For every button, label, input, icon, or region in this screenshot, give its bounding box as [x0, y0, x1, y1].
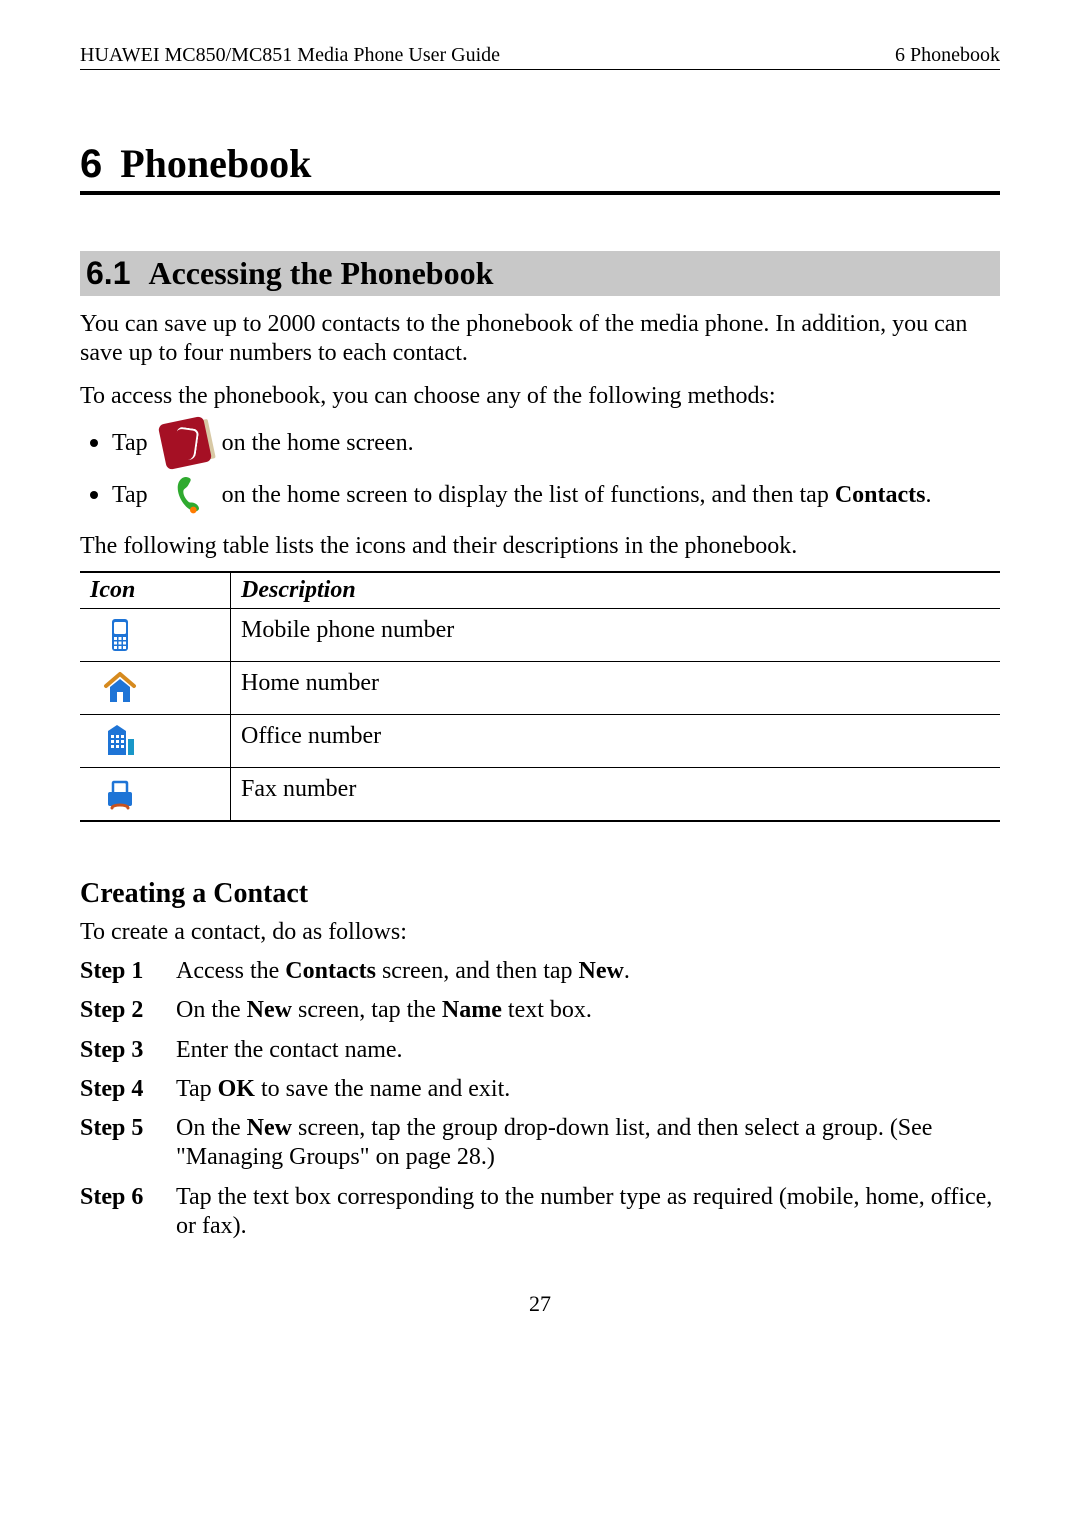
phonebook-app-icon: [162, 420, 208, 466]
step-text: Access the Contacts screen, and then tap…: [176, 957, 630, 986]
method-2: Tap on the home screen to display the li…: [80, 472, 1000, 518]
table-row: Mobile phone number: [80, 609, 1000, 662]
fax-icon: [102, 776, 138, 812]
subsection-heading: Creating a Contact: [80, 878, 1000, 910]
intro-paragraph-1: You can save up to 2000 contacts to the …: [80, 310, 1000, 368]
step-text: On the New screen, tap the group drop-do…: [176, 1114, 1000, 1173]
table-cell-desc: Mobile phone number: [230, 609, 1000, 661]
header-left: HUAWEI MC850/MC851 Media Phone User Guid…: [80, 44, 500, 67]
intro-paragraph-2: To access the phonebook, you can choose …: [80, 382, 1000, 411]
table-header-icon: Icon: [80, 573, 230, 608]
step-label: Step 2: [80, 996, 160, 1025]
step-row: Step 3 Enter the contact name.: [80, 1036, 1000, 1065]
table-row: Fax number: [80, 768, 1000, 820]
step-label: Step 4: [80, 1075, 160, 1104]
method-1: Tap on the home screen.: [80, 420, 1000, 466]
step-row: Step 4 Tap OK to save the name and exit.: [80, 1075, 1000, 1104]
step-label: Step 1: [80, 957, 160, 986]
table-intro: The following table lists the icons and …: [80, 532, 1000, 561]
steps-intro: To create a contact, do as follows:: [80, 918, 1000, 947]
method-1-post: on the home screen.: [222, 430, 414, 457]
step-row: Step 1 Access the Contacts screen, and th…: [80, 957, 1000, 986]
table-cell-desc: Office number: [230, 715, 1000, 767]
table-row: Home number: [80, 662, 1000, 715]
header-right: 6 Phonebook: [895, 44, 1000, 67]
bullet-icon: [90, 491, 98, 499]
access-methods-list: Tap on the home screen. Tap on the ho: [80, 420, 1000, 518]
step-label: Step 5: [80, 1114, 160, 1173]
table-cell-desc: Home number: [230, 662, 1000, 714]
icon-description-table: Icon Description Mobile phone number: [80, 571, 1000, 822]
step-text: Tap the text box corresponding to the nu…: [176, 1183, 1000, 1242]
table-header-row: Icon Description: [80, 573, 1000, 609]
step-row: Step 6 Tap the text box corresponding to …: [80, 1183, 1000, 1242]
step-text: Tap OK to save the name and exit.: [176, 1075, 510, 1104]
step-label: Step 6: [80, 1183, 160, 1242]
step-row: Step 2 On the New screen, tap the Name te…: [80, 996, 1000, 1025]
section-number: 6.1: [86, 255, 130, 292]
call-handset-icon: [162, 472, 208, 518]
method-2-pre: Tap: [112, 482, 148, 509]
step-text: Enter the contact name.: [176, 1036, 403, 1065]
table-cell-desc: Fax number: [230, 768, 1000, 820]
home-icon: [102, 670, 138, 706]
bullet-icon: [90, 439, 98, 447]
chapter-title: Phonebook: [120, 140, 311, 187]
step-text: On the New screen, tap the Name text box…: [176, 996, 592, 1025]
method-1-pre: Tap: [112, 430, 148, 457]
method-2-text: on the home screen to display the list o…: [222, 482, 932, 509]
step-row: Step 5 On the New screen, tap the group d…: [80, 1114, 1000, 1173]
table-row: Office number: [80, 715, 1000, 768]
step-label: Step 3: [80, 1036, 160, 1065]
section-title: Accessing the Phonebook: [148, 255, 493, 292]
page-number: 27: [80, 1291, 1000, 1317]
office-icon: [102, 723, 138, 759]
mobile-icon: [102, 617, 138, 653]
chapter-heading: 6 Phonebook: [80, 140, 1000, 195]
table-header-desc: Description: [230, 573, 1000, 608]
steps-list: Step 1 Access the Contacts screen, and th…: [80, 957, 1000, 1241]
chapter-number: 6: [80, 142, 102, 187]
running-header: HUAWEI MC850/MC851 Media Phone User Guid…: [80, 44, 1000, 70]
section-heading: 6.1 Accessing the Phonebook: [80, 251, 1000, 296]
